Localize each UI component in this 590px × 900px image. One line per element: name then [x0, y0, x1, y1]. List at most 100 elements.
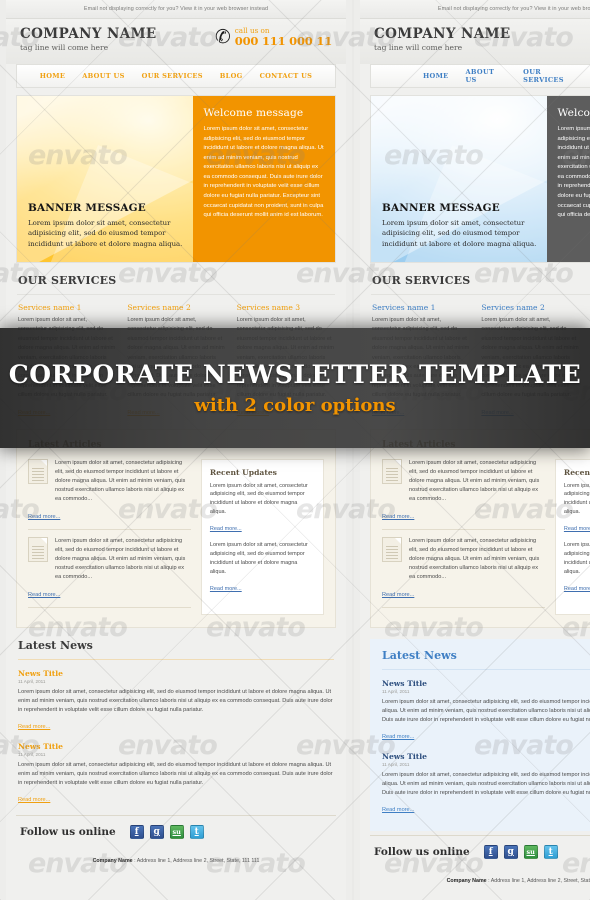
article-divider: [382, 528, 545, 530]
update-body: Lorem ipsum dolor sit amet, consectetur …: [563, 542, 590, 575]
article-read-more-link[interactable]: Read more...: [28, 592, 60, 598]
article-read-more-link[interactable]: Read more...: [382, 514, 414, 520]
update-read-more-link[interactable]: Read more...: [564, 526, 590, 532]
nav-item-blog[interactable]: BLOG: [220, 72, 243, 80]
promo-title: CORPORATE NEWSLETTER TEMPLATE: [8, 360, 582, 389]
banner-image-panel: BANNER MESSAGE Lorem ipsum dolor sit ame…: [371, 96, 548, 262]
newsletter-variant-blue: Email not displaying correctly for you? …: [354, 0, 590, 900]
main-nav: HOME ABOUT US OUR SERVICES BLOG CONTACT …: [370, 64, 590, 88]
news-item: News Title 11 April, 2011 Lorem ipsum do…: [382, 752, 590, 816]
latest-news-section: Latest News News Title 11 April, 2011 Lo…: [6, 639, 346, 806]
news-item: News Title 11 April, 2011 Lorem ipsum do…: [18, 742, 334, 806]
twitter-icon[interactable]: t: [189, 824, 204, 839]
nav-item-our-services[interactable]: OUR SERVICES: [142, 72, 203, 80]
welcome-body: Lorem ipsum dolor sit amet, consectetur …: [557, 126, 590, 219]
call-us-number: 000 111 000 11: [234, 33, 332, 48]
news-date: 11 April, 2011: [18, 751, 46, 757]
footer-company-name: Company Name: [446, 877, 487, 884]
news-body: Lorem ipsum dolor sit amet, consectetur …: [18, 688, 333, 713]
recent-updates-box: Recent Updates Lorem ipsum dolor sit ame…: [200, 458, 324, 615]
news-divider: [382, 668, 590, 670]
google-plus-icon[interactable]: g: [149, 824, 164, 839]
document-icon: [28, 458, 48, 484]
article-body: Lorem ipsum dolor sit amet, consectetur …: [409, 459, 540, 503]
google-plus-icon[interactable]: g: [503, 844, 518, 859]
newsletter-variant-orange: Email not displaying correctly for you? …: [0, 0, 352, 900]
banner-body: Lorem ipsum dolor sit amet, consectetur …: [382, 218, 537, 248]
article-item: Lorem ipsum dolor sit amet, consectetur …: [382, 458, 545, 523]
article-divider: [28, 606, 191, 608]
footer-address: : Address line 1, Address line 2, Street…: [488, 877, 590, 884]
welcome-panel: Welcome message Lorem ipsum dolor sit am…: [193, 96, 335, 262]
article-body: Lorem ipsum dolor sit amet, consectetur …: [409, 537, 540, 581]
nav-item-home[interactable]: HOME: [40, 72, 66, 80]
news-body: Lorem ipsum dolor sit amet, consectetur …: [18, 761, 333, 786]
latest-articles-panel: Latest Articles Lorem ipsum dolor sit am…: [370, 428, 590, 628]
follow-us-title: Follow us online: [374, 845, 470, 858]
article-item: Lorem ipsum dolor sit amet, consectetur …: [382, 536, 545, 601]
update-read-more-link[interactable]: Read more...: [564, 586, 590, 592]
preheader-text[interactable]: Email not displaying correctly for you? …: [360, 0, 590, 19]
preheader-text[interactable]: Email not displaying correctly for you? …: [6, 0, 346, 19]
follow-us-title: Follow us online: [20, 825, 116, 838]
update-read-more-link[interactable]: Read more...: [210, 526, 242, 532]
nav-item-contact-us[interactable]: CONTACT US: [260, 72, 313, 80]
news-date: 11 April, 2011: [382, 761, 410, 767]
stumbleupon-icon[interactable]: su: [523, 844, 538, 859]
phone-icon: ✆: [214, 26, 231, 49]
service-name: Services name 2: [481, 303, 545, 312]
update-body: Lorem ipsum dolor sit amet, consectetur …: [209, 482, 308, 516]
article-body: Lorem ipsum dolor sit amet, consectetur …: [55, 459, 186, 503]
latest-news-title: Latest News: [18, 638, 93, 652]
masthead: COMPANY NAME tag line will come here ✆ c…: [360, 19, 590, 64]
latest-news-section: Latest News News Title 11 April, 2011 Lo…: [370, 638, 590, 831]
email-footer: Company Name : Address line 1, Address l…: [360, 868, 590, 884]
stumbleupon-icon[interactable]: su: [169, 824, 184, 839]
facebook-icon[interactable]: f: [483, 844, 498, 859]
service-name: Services name 1: [372, 303, 436, 312]
welcome-title: Welcome message: [557, 107, 590, 119]
brand-block: COMPANY NAME tag line will come here: [20, 27, 157, 52]
social-links: f g su t: [129, 824, 204, 839]
nav-item-about-us[interactable]: ABOUT US: [82, 72, 124, 80]
news-body: Lorem ipsum dolor sit amet, consectetur …: [382, 771, 590, 796]
news-read-more-link[interactable]: Read more...: [18, 797, 50, 803]
article-item: Lorem ipsum dolor sit amet, consectetur …: [28, 536, 191, 601]
welcome-panel: Welcome message Lorem ipsum dolor sit am…: [547, 96, 590, 262]
article-read-more-link[interactable]: Read more...: [382, 592, 414, 598]
article-read-more-link[interactable]: Read more...: [28, 514, 60, 520]
nav-item-our-services[interactable]: OUR SERVICES: [523, 68, 582, 84]
company-name: COMPANY NAME: [374, 26, 511, 42]
update-body: Lorem ipsum dolor sit amet, consectetur …: [563, 482, 590, 516]
news-read-more-link[interactable]: Read more...: [382, 734, 414, 740]
company-tagline: tag line will come here: [374, 43, 463, 53]
news-read-more-link[interactable]: Read more...: [18, 724, 50, 730]
email-sheet-blue: Email not displaying correctly for you? …: [360, 0, 590, 900]
brand-block: COMPANY NAME tag line will come here: [374, 27, 511, 52]
footer-company-name: Company Name: [92, 857, 133, 864]
news-title: News Title: [382, 678, 427, 688]
nav-item-about-us[interactable]: ABOUT US: [466, 68, 507, 84]
promo-subtitle: with 2 color options: [194, 395, 396, 416]
hero-banner: BANNER MESSAGE Lorem ipsum dolor sit ame…: [370, 95, 590, 263]
article-item: Lorem ipsum dolor sit amet, consectetur …: [28, 458, 191, 523]
main-nav: HOME ABOUT US OUR SERVICES BLOG CONTACT …: [16, 64, 336, 88]
call-us-block: ✆ call us on 000 111 000 11: [215, 27, 332, 47]
nav-item-home[interactable]: HOME: [423, 72, 449, 80]
facebook-icon[interactable]: f: [129, 824, 144, 839]
news-read-more-link[interactable]: Read more...: [382, 807, 414, 813]
recent-updates-title: Recent Updates: [209, 467, 277, 477]
news-title: News Title: [382, 751, 427, 761]
banner-image-panel: BANNER MESSAGE Lorem ipsum dolor sit ame…: [17, 96, 194, 262]
news-item: News Title 11 April, 2011 Lorem ipsum do…: [18, 669, 334, 733]
twitter-icon[interactable]: t: [543, 844, 558, 859]
update-read-more-link[interactable]: Read more...: [210, 586, 242, 592]
hero-banner: BANNER MESSAGE Lorem ipsum dolor sit ame…: [16, 95, 336, 263]
news-title: News Title: [18, 668, 63, 678]
service-name: Services name 2: [127, 303, 191, 312]
news-date: 11 April, 2011: [382, 688, 410, 694]
update-body: Lorem ipsum dolor sit amet, consectetur …: [209, 542, 308, 575]
recent-updates-title: Recent Updates: [563, 467, 590, 477]
service-name: Services name 1: [18, 303, 82, 312]
template-preview-stage: Email not displaying correctly for you? …: [0, 0, 590, 900]
